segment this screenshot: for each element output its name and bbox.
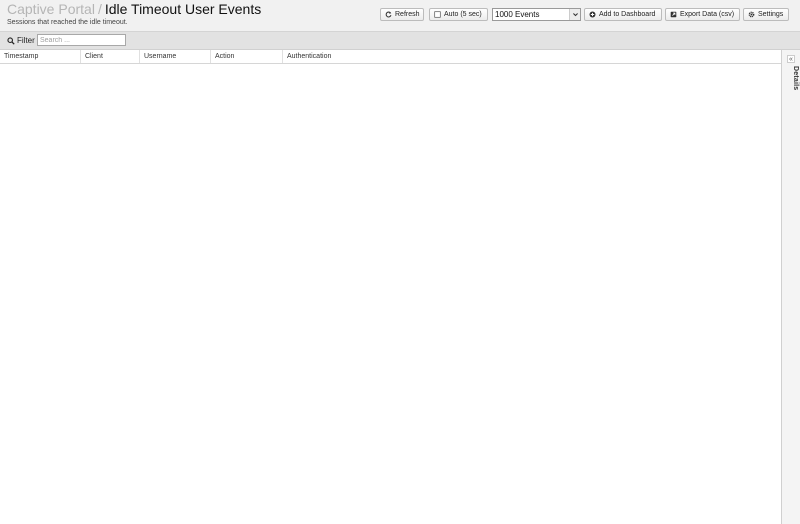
events-count-select[interactable]: 1000 Events <box>492 8 581 21</box>
column-header-action[interactable]: Action <box>211 50 283 63</box>
refresh-button[interactable]: Refresh <box>380 8 424 21</box>
chevron-down-icon[interactable] <box>569 9 580 20</box>
column-header-client[interactable]: Client <box>81 50 140 63</box>
page-title: Captive Portal / Idle Timeout User Events <box>7 1 261 18</box>
add-to-dashboard-button[interactable]: Add to Dashboard <box>584 8 662 21</box>
search-input[interactable] <box>37 34 126 46</box>
filter-bar: Filter <box>0 31 800 49</box>
events-count-value: 1000 Events <box>495 10 540 19</box>
auto-refresh-label: Auto (5 sec) <box>444 11 482 18</box>
filter-label-text: Filter <box>17 36 35 45</box>
plus-circle-icon <box>589 11 596 18</box>
collapse-icon[interactable]: « <box>787 55 795 63</box>
settings-label: Settings <box>758 11 784 18</box>
refresh-icon <box>385 11 392 18</box>
search-icon <box>7 36 15 45</box>
table-header: Timestamp Client Username Action Authent… <box>0 50 781 64</box>
export-csv-button[interactable]: Export Data (csv) <box>665 8 740 21</box>
page-header: Captive Portal / Idle Timeout User Events … <box>0 0 800 31</box>
details-panel[interactable]: « Details <box>781 49 800 524</box>
refresh-label: Refresh <box>395 11 420 18</box>
add-to-dashboard-label: Add to Dashboard <box>599 11 656 18</box>
breadcrumb-parent[interactable]: Captive Portal <box>7 1 95 17</box>
column-header-username[interactable]: Username <box>140 50 211 63</box>
export-csv-label: Export Data (csv) <box>680 11 735 18</box>
filter-label: Filter <box>7 36 35 45</box>
details-label[interactable]: Details <box>784 66 799 90</box>
export-icon <box>670 11 677 18</box>
checkbox-icon[interactable] <box>434 11 441 18</box>
breadcrumb-separator: / <box>97 1 102 17</box>
auto-refresh-toggle[interactable]: Auto (5 sec) <box>429 8 488 21</box>
breadcrumb-current: Idle Timeout User Events <box>104 1 262 17</box>
column-header-timestamp[interactable]: Timestamp <box>0 50 81 63</box>
gear-icon <box>748 11 755 18</box>
column-header-authentication[interactable]: Authentication <box>283 50 781 63</box>
settings-button[interactable]: Settings <box>743 8 789 21</box>
events-table: Timestamp Client Username Action Authent… <box>0 49 782 524</box>
page-subtitle: Sessions that reached the idle timeout. <box>7 19 128 26</box>
